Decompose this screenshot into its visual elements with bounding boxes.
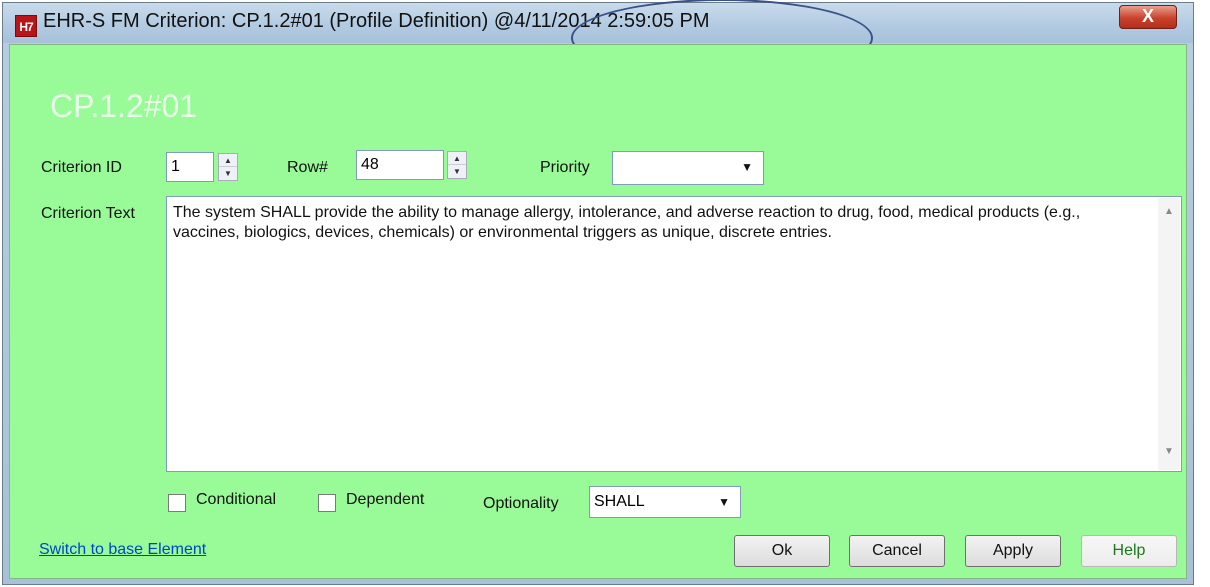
- cancel-button[interactable]: Cancel: [849, 535, 945, 567]
- conditional-checkbox[interactable]: [168, 494, 186, 512]
- optionality-value: SHALL: [594, 493, 645, 510]
- close-button[interactable]: X: [1119, 5, 1177, 29]
- dependent-checkbox[interactable]: [318, 494, 336, 512]
- priority-select[interactable]: ▼: [612, 151, 764, 185]
- row-spinner[interactable]: ▲ ▼: [447, 151, 467, 179]
- optionality-label: Optionality: [483, 495, 559, 512]
- criterion-id-field[interactable]: 1: [166, 152, 214, 182]
- spin-up-icon[interactable]: ▲: [219, 154, 237, 167]
- ok-button[interactable]: Ok: [734, 535, 830, 567]
- window-title: EHR-S FM Criterion: CP.1.2#01 (Profile D…: [43, 10, 710, 32]
- criterion-id-label: Criterion ID: [41, 159, 122, 176]
- dropdown-arrow-icon[interactable]: ▼: [741, 152, 753, 182]
- apply-button[interactable]: Apply: [965, 535, 1061, 567]
- criterion-text-value: The system SHALL provide the ability to …: [173, 204, 1081, 241]
- criterion-text-area[interactable]: The system SHALL provide the ability to …: [166, 196, 1182, 472]
- dropdown-arrow-icon[interactable]: ▼: [718, 487, 730, 517]
- switch-to-base-element-link[interactable]: Switch to base Element: [39, 541, 206, 559]
- criterion-text-label: Criterion Text: [41, 205, 135, 222]
- row-label: Row#: [287, 159, 328, 176]
- criterion-id-spinner[interactable]: ▲ ▼: [218, 153, 238, 181]
- spin-down-icon[interactable]: ▼: [219, 167, 237, 180]
- criterion-heading: CP.1.2#01: [50, 88, 198, 124]
- hl7-logo-icon: H7: [15, 15, 37, 37]
- row-field[interactable]: 48: [356, 150, 444, 180]
- conditional-label: Conditional: [196, 491, 277, 508]
- vertical-scrollbar[interactable]: ▲ ▼: [1158, 198, 1180, 470]
- spin-up-icon[interactable]: ▲: [448, 152, 466, 165]
- scroll-up-icon[interactable]: ▲: [1158, 202, 1180, 222]
- priority-label: Priority: [540, 159, 590, 176]
- spin-down-icon[interactable]: ▼: [448, 165, 466, 178]
- title-bar[interactable]: H7 EHR-S FM Criterion: CP.1.2#01 (Profil…: [3, 3, 1193, 43]
- help-button[interactable]: Help: [1081, 535, 1177, 567]
- scroll-down-icon[interactable]: ▼: [1158, 442, 1180, 462]
- dependent-label: Dependent: [346, 491, 425, 508]
- optionality-select[interactable]: SHALL ▼: [589, 486, 741, 518]
